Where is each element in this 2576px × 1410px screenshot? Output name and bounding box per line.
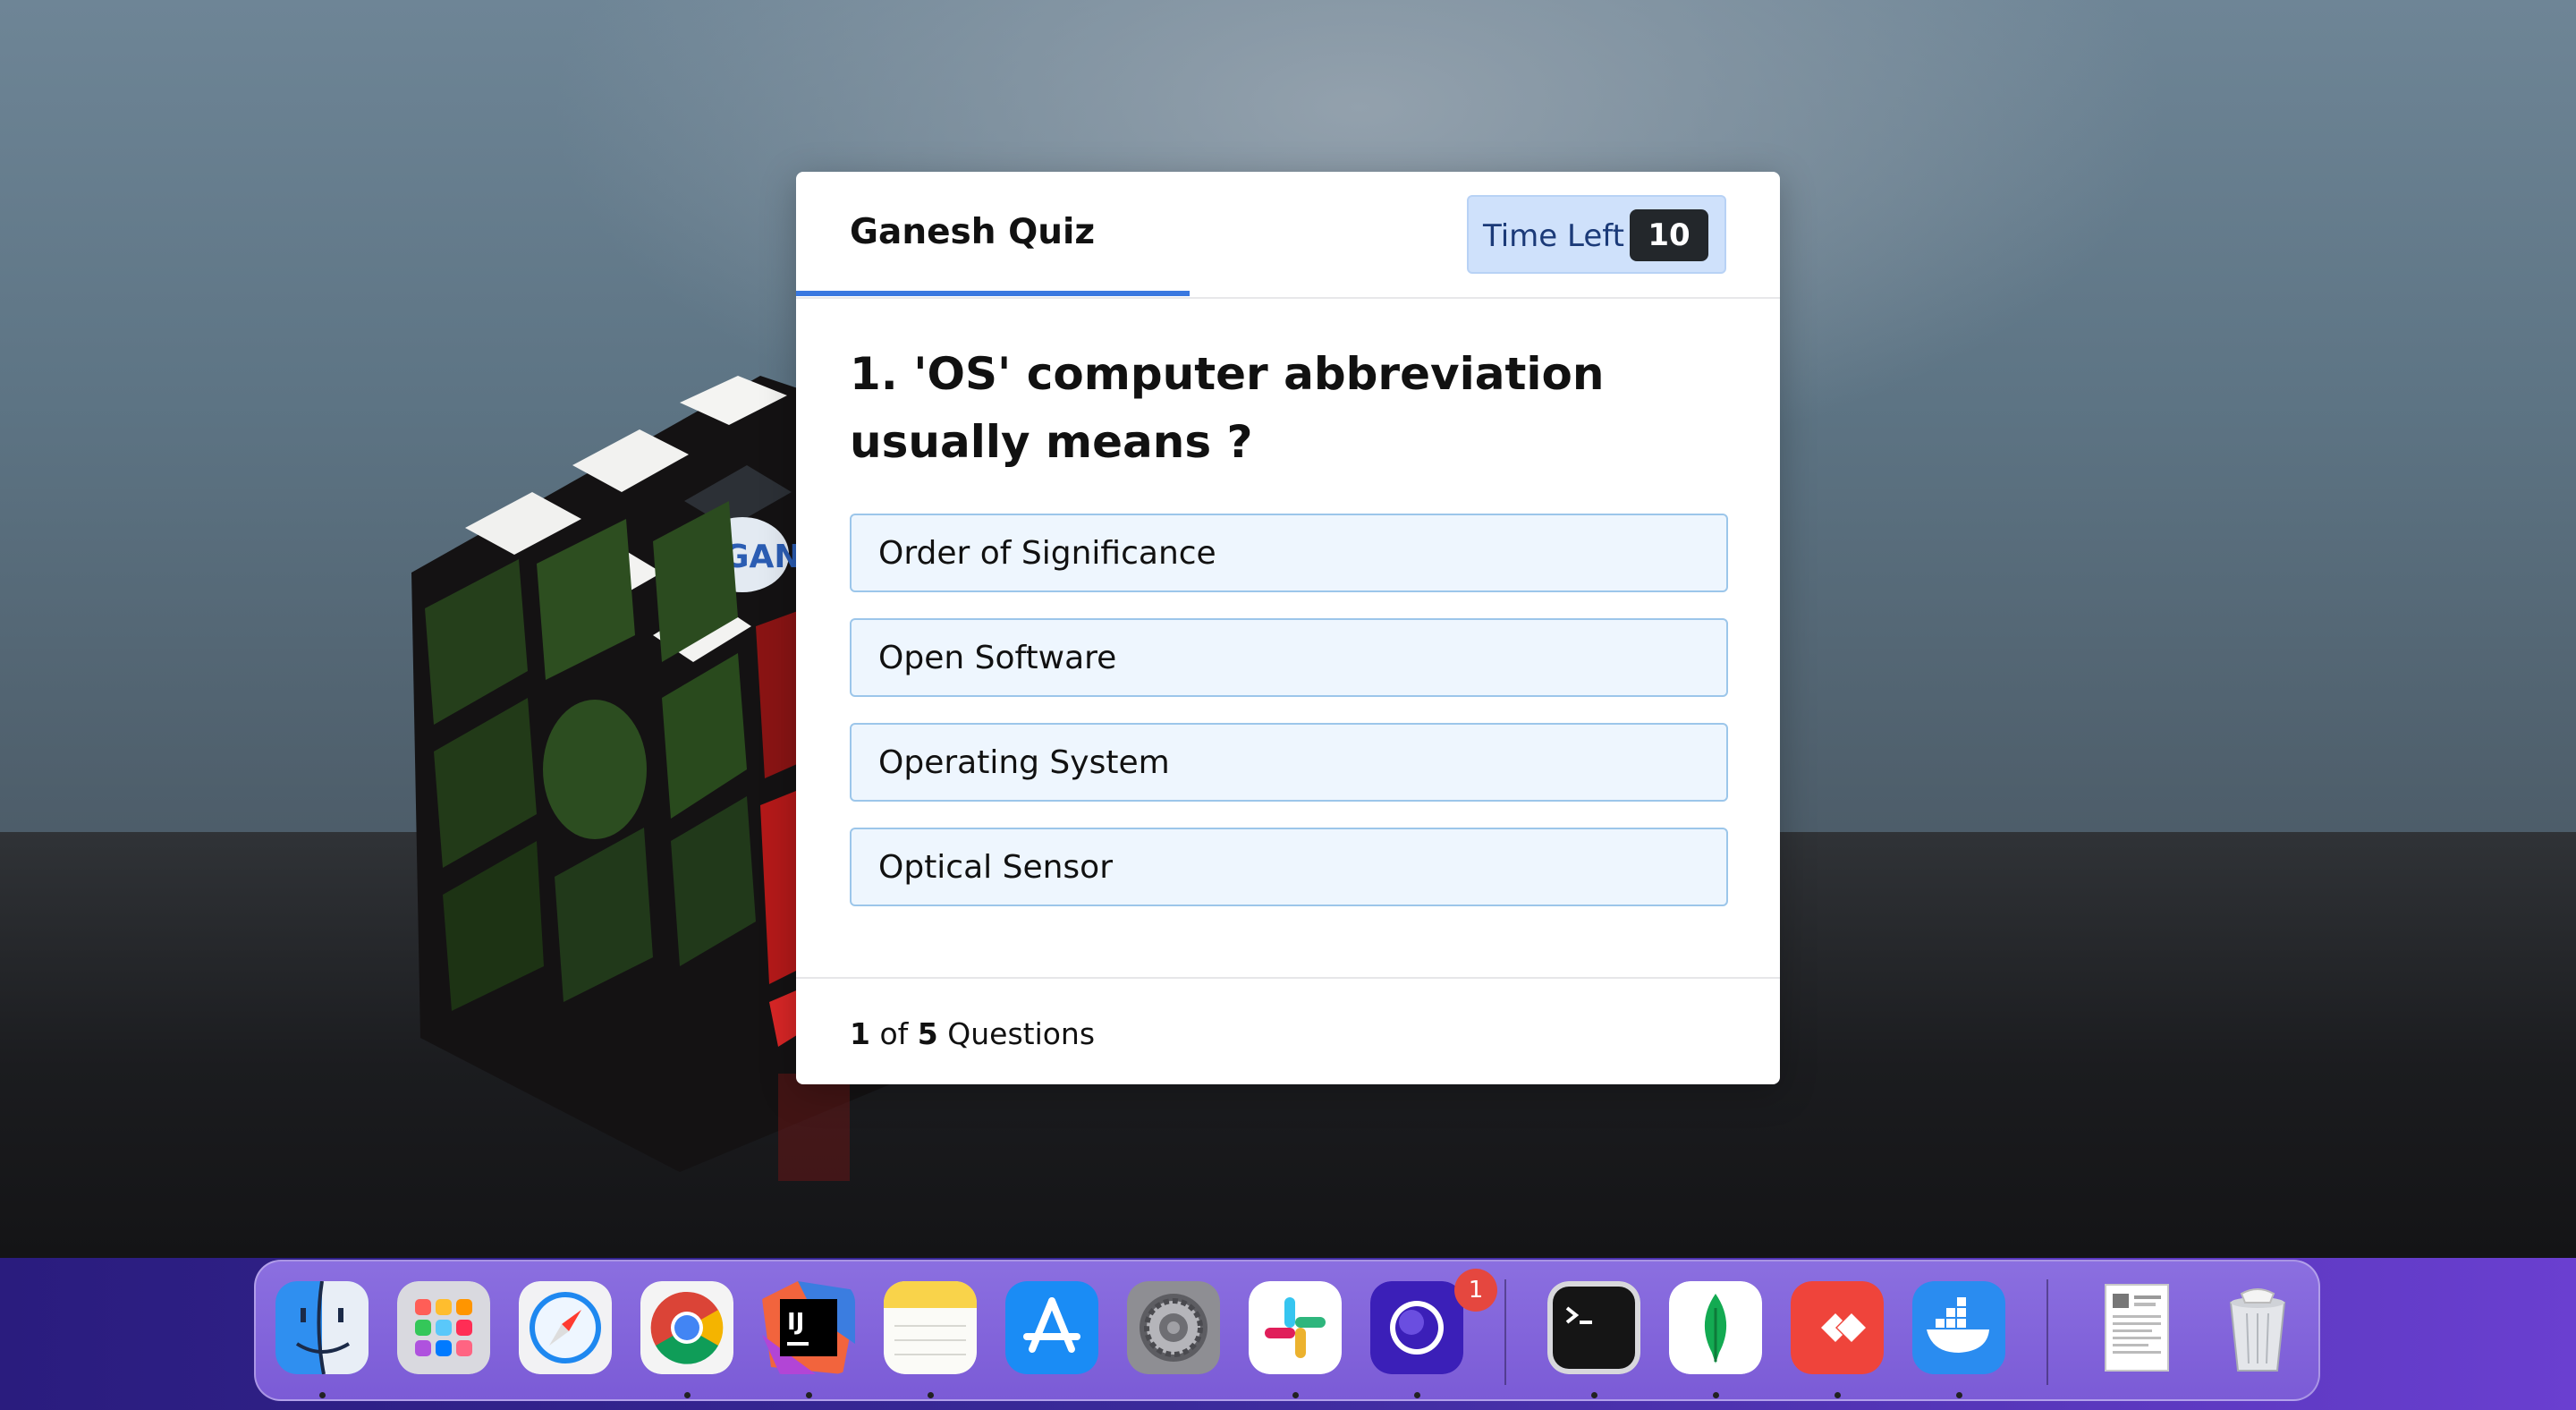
intellij-icon[interactable]: IJ xyxy=(762,1281,855,1374)
docker-whale-icon[interactable] xyxy=(1912,1281,2005,1374)
running-indicator xyxy=(928,1392,934,1398)
lens-icon[interactable] xyxy=(1370,1281,1463,1374)
running-indicator xyxy=(684,1392,691,1398)
notes-icon[interactable] xyxy=(884,1281,977,1374)
document-icon[interactable] xyxy=(2089,1281,2182,1374)
answer-option-2[interactable]: Open Software xyxy=(850,618,1728,697)
dock-separator xyxy=(2046,1279,2048,1385)
svg-text:GAN: GAN xyxy=(723,539,801,575)
dock-separator xyxy=(1504,1279,1506,1385)
progress-of: of xyxy=(879,1016,909,1051)
finder-icon[interactable] xyxy=(275,1281,369,1374)
quiz-card: Ganesh Quiz Time Left 10 1. 'OS' compute… xyxy=(796,172,1780,1084)
running-indicator xyxy=(1956,1392,1962,1398)
running-indicator xyxy=(1591,1392,1597,1398)
answer-option-label: Optical Sensor xyxy=(878,849,1114,886)
progress-suffix: Questions xyxy=(947,1016,1096,1051)
quiz-footer: 1 of 5 Questions xyxy=(796,977,1780,1084)
answer-option-3[interactable]: Operating System xyxy=(850,723,1728,802)
answer-option-label: Operating System xyxy=(878,744,1170,781)
timer-label: Time Left xyxy=(1483,218,1624,254)
question-text: 1. 'OS' computer abbreviation usually me… xyxy=(850,348,1605,468)
progress-current: 1 xyxy=(850,1016,870,1051)
title-underline xyxy=(796,291,1190,296)
running-indicator xyxy=(806,1392,812,1398)
question-progress: 1 of 5 Questions xyxy=(850,1016,1095,1051)
terminal-icon[interactable] xyxy=(1547,1281,1640,1374)
quiz-title: Ganesh Quiz xyxy=(850,212,1096,252)
timer-value-badge: 10 xyxy=(1630,209,1708,261)
anydesk-icon[interactable] xyxy=(1791,1281,1884,1374)
answer-option-4[interactable]: Optical Sensor xyxy=(850,828,1728,906)
trash-icon[interactable] xyxy=(2211,1281,2304,1374)
answer-option-label: Order of Significance xyxy=(878,535,1216,572)
settings-gear-icon[interactable] xyxy=(1127,1281,1220,1374)
slack-icon[interactable] xyxy=(1249,1281,1342,1374)
quiz-header: Ganesh Quiz Time Left 10 xyxy=(796,172,1780,299)
running-indicator xyxy=(1835,1392,1841,1398)
app-store-icon[interactable] xyxy=(1005,1281,1098,1374)
chrome-icon[interactable] xyxy=(640,1281,733,1374)
notification-badge: 1 xyxy=(1454,1269,1497,1312)
dock: IJ 1 xyxy=(254,1260,2320,1401)
running-indicator xyxy=(1292,1392,1299,1398)
running-indicator xyxy=(1414,1392,1420,1398)
progress-total: 5 xyxy=(917,1016,938,1051)
launchpad-icon[interactable] xyxy=(397,1281,490,1374)
safari-icon[interactable] xyxy=(519,1281,612,1374)
svg-text:IJ: IJ xyxy=(787,1309,804,1336)
answer-option-label: Open Software xyxy=(878,640,1117,676)
running-indicator xyxy=(1713,1392,1719,1398)
running-indicator xyxy=(319,1392,326,1398)
mongodb-leaf-icon[interactable] xyxy=(1669,1281,1762,1374)
timer-box: Time Left 10 xyxy=(1467,195,1726,274)
answer-option-1[interactable]: Order of Significance xyxy=(850,514,1728,592)
